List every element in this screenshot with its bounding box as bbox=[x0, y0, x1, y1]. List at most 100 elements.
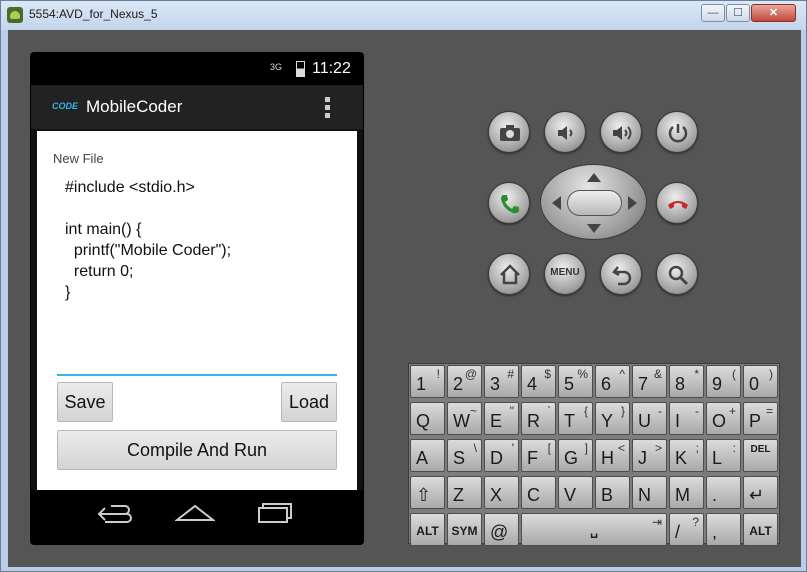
key-9-alt-label: ( bbox=[732, 367, 736, 381]
key-s[interactable]: S \ bbox=[447, 439, 482, 472]
key-x[interactable]: X bbox=[484, 476, 519, 509]
key-sym-label: SYM bbox=[451, 524, 478, 538]
key-b-label: B bbox=[601, 485, 614, 505]
end-call-button[interactable] bbox=[656, 182, 698, 224]
home-button[interactable] bbox=[488, 253, 530, 295]
key-t[interactable]: T{ bbox=[558, 402, 593, 435]
key-w[interactable]: W ~ bbox=[447, 402, 482, 435]
key-k[interactable]: K; bbox=[669, 439, 704, 472]
key-c-label: C bbox=[527, 485, 540, 505]
key-del[interactable]: DEL bbox=[743, 439, 778, 472]
android-icon bbox=[7, 7, 23, 23]
key-r-alt-label: ` bbox=[547, 404, 551, 418]
nav-back-icon[interactable] bbox=[97, 504, 133, 524]
dpad[interactable] bbox=[540, 164, 647, 240]
code-editor[interactable] bbox=[57, 171, 337, 376]
overflow-menu-icon[interactable] bbox=[325, 97, 331, 119]
key-t-alt-label: { bbox=[583, 404, 588, 418]
nav-recent-apps-icon[interactable] bbox=[257, 502, 293, 524]
nav-home-icon[interactable] bbox=[175, 502, 215, 524]
dpad-right-icon[interactable] bbox=[628, 196, 637, 210]
back-button[interactable] bbox=[600, 253, 642, 295]
maximize-button[interactable]: ☐ bbox=[726, 4, 750, 22]
key-f[interactable]: F[ bbox=[521, 439, 556, 472]
minimize-button[interactable]: — bbox=[701, 4, 725, 22]
title-bar[interactable]: 5554:AVD_for_Nexus_5 — ☐ ✕ bbox=[1, 1, 806, 30]
key-5-alt-label: % bbox=[577, 367, 588, 381]
key-p[interactable]: P = bbox=[743, 402, 778, 435]
key-.-label: . bbox=[712, 485, 718, 505]
key-alt-left[interactable]: ALT bbox=[410, 513, 445, 546]
key-7-alt-label: & bbox=[653, 367, 662, 381]
save-button[interactable]: Save bbox=[57, 382, 113, 422]
power-icon bbox=[668, 124, 688, 143]
emulator-window: 5554:AVD_for_Nexus_5 — ☐ ✕ 3G 11:22 CODE… bbox=[0, 0, 807, 572]
dpad-down-icon[interactable] bbox=[587, 224, 601, 233]
key-z[interactable]: Z bbox=[447, 476, 482, 509]
dpad-center-button[interactable] bbox=[567, 190, 622, 216]
key-0[interactable]: 0) bbox=[743, 365, 778, 398]
device-frame: 3G 11:22 CODE MobileCoder New File Save … bbox=[30, 52, 364, 545]
key-8[interactable]: 8 * bbox=[669, 365, 704, 398]
key-6[interactable]: 6 ^ bbox=[595, 365, 630, 398]
dpad-left-icon[interactable] bbox=[552, 196, 561, 210]
key-m[interactable]: M bbox=[669, 476, 704, 509]
key-l[interactable]: L: bbox=[706, 439, 741, 472]
key-comma[interactable]: , bbox=[706, 513, 741, 546]
key-alt-left-label: ALT bbox=[416, 524, 439, 538]
key-slash[interactable]: /? bbox=[669, 513, 704, 546]
key-3[interactable]: 3 # bbox=[484, 365, 519, 398]
key-sym[interactable]: SYM bbox=[447, 513, 482, 546]
menu-button[interactable]: MENU bbox=[544, 253, 586, 295]
key-alt-right[interactable]: ALT bbox=[743, 513, 778, 546]
key-q-label: Q bbox=[416, 411, 431, 431]
key-v[interactable]: V bbox=[558, 476, 593, 509]
key-y[interactable]: Y} bbox=[595, 402, 630, 435]
key-u[interactable]: U- bbox=[632, 402, 667, 435]
key-j[interactable]: J > bbox=[632, 439, 667, 472]
key-h[interactable]: H < bbox=[595, 439, 630, 472]
key-u-label: U bbox=[638, 411, 651, 431]
key-r-label: R bbox=[527, 411, 540, 431]
key-y-label: Y bbox=[601, 411, 614, 431]
key-l-label: L bbox=[712, 448, 723, 468]
key-.[interactable]: . bbox=[706, 476, 741, 509]
volume-up-button[interactable] bbox=[600, 111, 642, 153]
key-at[interactable]: @ bbox=[484, 513, 519, 546]
key-d[interactable]: D ' bbox=[484, 439, 519, 472]
close-button[interactable]: ✕ bbox=[751, 4, 796, 22]
key-k-label: K bbox=[675, 448, 688, 468]
key-f-label: F bbox=[527, 448, 538, 468]
power-button[interactable] bbox=[656, 111, 698, 153]
camera-button[interactable] bbox=[488, 111, 530, 153]
key-o[interactable]: O + bbox=[706, 402, 741, 435]
call-button[interactable] bbox=[488, 182, 530, 224]
key-p-alt-label: = bbox=[765, 404, 773, 418]
key-7[interactable]: 7 & bbox=[632, 365, 667, 398]
key-i[interactable]: I- bbox=[669, 402, 704, 435]
key-9[interactable]: 9( bbox=[706, 365, 741, 398]
key-space[interactable]: ␣ ⇥ bbox=[521, 513, 667, 546]
key-n[interactable]: N bbox=[632, 476, 667, 509]
key-enter[interactable]: ↵ bbox=[743, 476, 778, 509]
key-q[interactable]: Q bbox=[410, 402, 445, 435]
load-button[interactable]: Load bbox=[281, 382, 337, 422]
key-e[interactable]: E " bbox=[484, 402, 519, 435]
key-5[interactable]: 5% bbox=[558, 365, 593, 398]
key-a[interactable]: A bbox=[410, 439, 445, 472]
dpad-up-icon[interactable] bbox=[587, 173, 601, 182]
key-2[interactable]: 2 @ bbox=[447, 365, 482, 398]
key-1-label: 1 bbox=[416, 374, 427, 394]
compile-and-run-button[interactable]: Compile And Run bbox=[57, 430, 337, 470]
key-shift[interactable]: ⇧ bbox=[410, 476, 445, 509]
key-c[interactable]: C bbox=[521, 476, 556, 509]
search-button[interactable] bbox=[656, 253, 698, 295]
call-icon bbox=[501, 195, 519, 214]
volume-down-button[interactable] bbox=[544, 111, 586, 153]
key-b[interactable]: B bbox=[595, 476, 630, 509]
key-4[interactable]: 4 $ bbox=[521, 365, 556, 398]
key-1[interactable]: 1! bbox=[410, 365, 445, 398]
app-title: MobileCoder bbox=[86, 97, 183, 116]
key-g[interactable]: G] bbox=[558, 439, 593, 472]
key-r[interactable]: R ` bbox=[521, 402, 556, 435]
